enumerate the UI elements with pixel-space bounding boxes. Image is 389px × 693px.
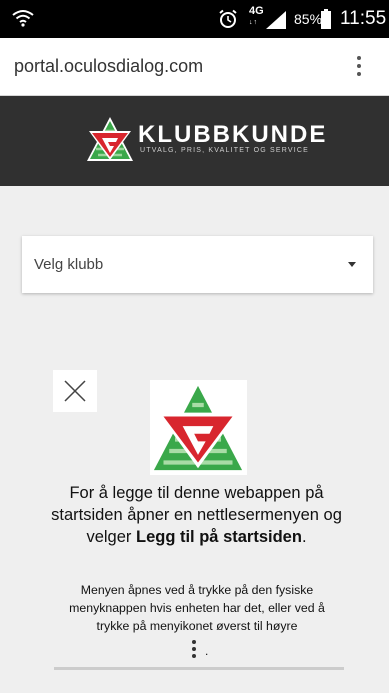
overflow-menu-icon[interactable] (352, 54, 366, 80)
alarm-icon (219, 9, 237, 28)
dropdown-caret-icon (348, 262, 356, 267)
close-button[interactable] (53, 370, 97, 412)
club-select[interactable]: Velg klubb (22, 236, 373, 293)
divider (54, 667, 344, 670)
battery-icon (321, 9, 331, 29)
browser-toolbar: portal.oculosdialog.com (0, 38, 389, 96)
club-select-value: Velg klubb (34, 256, 104, 273)
close-icon (64, 380, 86, 402)
battery-percent: 85% (294, 11, 323, 27)
status-bar: 4G ↓↑ 85% 11:55 (0, 0, 389, 38)
app-icon (150, 380, 247, 475)
sub-instruction-period: . (205, 644, 209, 658)
menu-option-name: Legg til på startsiden (135, 528, 302, 546)
brand-tagline: UTVALG, PRIS, KVALITET OG SERVICE (140, 147, 310, 154)
install-sub-instruction: Menyen åpnes ved å trykke på den fysiske… (69, 583, 325, 633)
logo-icon (87, 117, 133, 161)
install-instruction: For å legge til denne webappen på starts… (51, 484, 342, 546)
brand-name: KLUBBKUNDE (138, 121, 328, 148)
url-field[interactable]: portal.oculosdialog.com (14, 56, 203, 77)
network-type: 4G ↓↑ (249, 5, 264, 27)
signal-icon (266, 11, 286, 29)
clock: 11:55 (340, 8, 387, 29)
site-header: KLUBBKUNDE UTVALG, PRIS, KVALITET OG SER… (0, 96, 389, 186)
logo-icon (153, 385, 243, 471)
overflow-menu-icon (192, 640, 202, 660)
wifi-icon (12, 10, 34, 27)
